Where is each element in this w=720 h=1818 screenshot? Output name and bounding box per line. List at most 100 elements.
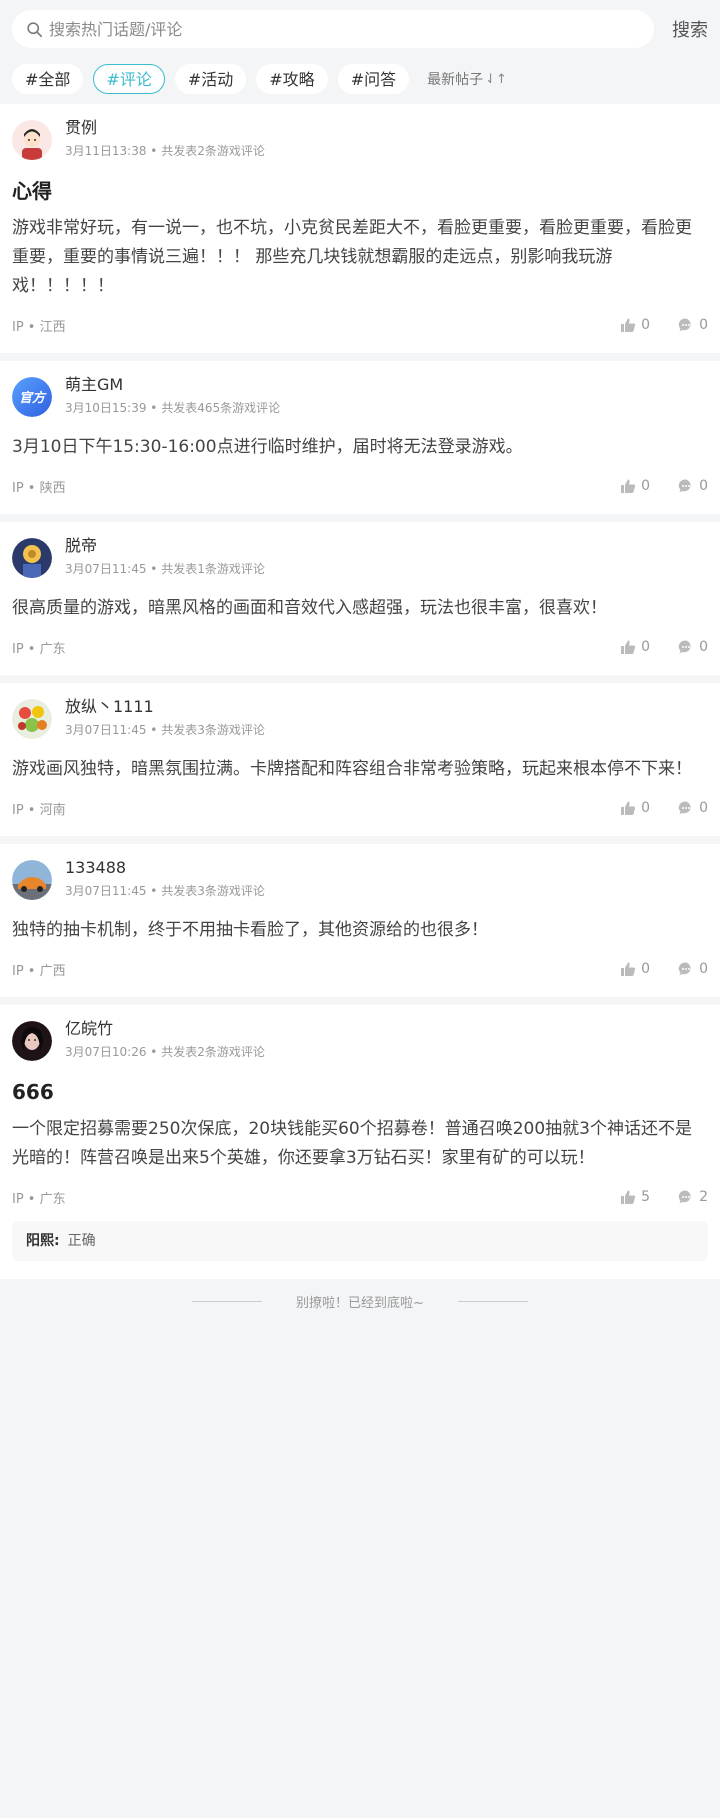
like-button[interactable]: 5 <box>620 1189 650 1205</box>
post-card[interactable]: 133488 3月07日11:45 • 共发表3条游戏评论 独特的抽卡机制，终于… <box>0 844 720 997</box>
reply-text: 正确 <box>67 1233 96 1249</box>
post-footer: IP • 广东 0 0 <box>12 623 708 671</box>
avatar[interactable] <box>12 538 52 578</box>
comment-count: 0 <box>699 639 708 655</box>
tag-review[interactable]: #评论 <box>93 64 165 94</box>
post-header: 脱帝 3月07日11:45 • 共发表1条游戏评论 <box>12 534 708 586</box>
comment-button[interactable]: 2 <box>678 1189 708 1205</box>
tag-activity[interactable]: #活动 <box>174 64 247 94</box>
like-count: 0 <box>641 317 651 333</box>
post-header: 放纵丶1111 3月07日11:45 • 共发表3条游戏评论 <box>12 695 708 747</box>
comment-icon <box>678 640 691 654</box>
post-body: 游戏非常好玩，有一说一，也不坑，小克贫民差距大不，看脸更重要，看脸更重要，看脸更… <box>12 218 692 296</box>
username[interactable]: 萌主GM <box>65 373 280 397</box>
username[interactable]: 贯例 <box>65 116 265 140</box>
username[interactable]: 亿皖竹 <box>65 1017 265 1041</box>
post-meta: 3月07日10:26 • 共发表2条游戏评论 <box>65 1045 265 1059</box>
comment-button[interactable]: 0 <box>678 478 708 494</box>
username[interactable]: 放纵丶1111 <box>65 695 265 719</box>
post-body: 独特的抽卡机制，终于不用抽卡看脸了，其他资源给的也很多！ <box>12 920 488 940</box>
username[interactable]: 133488 <box>65 856 265 880</box>
ip-location: IP • 江西 <box>12 319 66 335</box>
post-footer: IP • 广西 0 0 <box>12 945 708 993</box>
tag-filter-bar: #全部 #评论 #活动 #攻略 #问答 最新帖子 ⇃↑ <box>12 48 708 104</box>
comment-icon <box>678 1190 691 1204</box>
avatar[interactable] <box>12 699 52 739</box>
post-meta: 3月07日11:45 • 共发表1条游戏评论 <box>65 562 265 576</box>
like-count: 5 <box>641 1189 651 1205</box>
tag-guide[interactable]: #攻略 <box>256 64 328 94</box>
ip-location: IP • 陕西 <box>12 480 66 496</box>
username[interactable]: 脱帝 <box>65 534 265 558</box>
ip-location: IP • 广西 <box>12 963 66 979</box>
post-card[interactable]: 脱帝 3月07日11:45 • 共发表1条游戏评论 很高质量的游戏，暗黑风格的画… <box>0 522 720 675</box>
like-button[interactable]: 0 <box>620 639 650 655</box>
post-header: 亿皖竹 3月07日10:26 • 共发表2条游戏评论 <box>12 1017 708 1069</box>
post-meta: 3月10日15:39 • 共发表465条游戏评论 <box>65 401 281 415</box>
post-body: 很高质量的游戏，暗黑风格的画面和音效代入感超强，玩法也很丰富，很喜欢！ <box>12 598 607 618</box>
post-body: 一个限定招募需要250次保底，20块钱能买60个招募卷！普通召唤200抽就3个神… <box>12 1119 692 1168</box>
avatar[interactable] <box>12 860 52 900</box>
thumbs-up-icon <box>621 1190 636 1204</box>
avatar[interactable]: 官方 <box>12 377 52 417</box>
official-badge-text: 官方 <box>19 390 47 406</box>
tag-qa[interactable]: #问答 <box>337 64 410 94</box>
thumbs-up-icon <box>621 801 636 815</box>
comment-count: 0 <box>699 961 708 977</box>
ip-location: IP • 广东 <box>12 1191 66 1207</box>
comment-button[interactable]: 0 <box>678 961 708 977</box>
avatar[interactable] <box>12 120 52 160</box>
post-footer: IP • 江西 0 0 <box>12 301 708 349</box>
search-row: 搜索 <box>12 10 708 48</box>
post-footer: IP • 广东 5 2 <box>12 1173 708 1221</box>
post-meta: 3月07日11:45 • 共发表3条游戏评论 <box>65 884 265 898</box>
ip-location: IP • 广东 <box>12 641 66 657</box>
like-button[interactable]: 0 <box>620 961 650 977</box>
comment-button[interactable]: 0 <box>678 317 708 333</box>
ip-location: IP • 河南 <box>12 802 66 818</box>
post-header: 133488 3月07日11:45 • 共发表3条游戏评论 <box>12 856 708 908</box>
comment-icon <box>678 962 691 976</box>
post-card[interactable]: 亿皖竹 3月07日10:26 • 共发表2条游戏评论 666 一个限定招募需要2… <box>0 1005 720 1279</box>
like-count: 0 <box>641 478 651 494</box>
sort-icon: ⇃↑ <box>485 71 507 87</box>
divider-left <box>192 1300 263 1302</box>
comment-count: 0 <box>699 478 708 494</box>
comment-button[interactable]: 0 <box>678 639 708 655</box>
reply-preview[interactable]: 阳熙: 正确 <box>12 1221 708 1261</box>
header: 搜索 #全部 #评论 #活动 #攻略 #问答 最新帖子 ⇃↑ <box>0 0 720 104</box>
comment-icon <box>678 479 691 493</box>
post-footer: IP • 河南 0 0 <box>12 784 708 832</box>
search-icon <box>27 21 43 37</box>
comment-button[interactable]: 0 <box>678 800 708 816</box>
comment-icon <box>678 318 691 332</box>
post-header: 贯例 3月11日13:38 • 共发表2条游戏评论 <box>12 116 708 168</box>
post-card[interactable]: 官方 萌主GM 3月10日15:39 • 共发表465条游戏评论 3月10日下午… <box>0 361 720 514</box>
comment-count: 0 <box>699 317 708 333</box>
search-box[interactable] <box>12 10 654 48</box>
divider-right <box>457 1300 528 1302</box>
comment-count: 2 <box>699 1189 708 1205</box>
post-body: 游戏画风独特，暗黑氛围拉满。卡牌搭配和阵容组合非常考验策略，玩起来根本停不下来！ <box>12 759 692 779</box>
thumbs-up-icon <box>621 640 636 654</box>
like-count: 0 <box>641 800 651 816</box>
post-card[interactable]: 贯例 3月11日13:38 • 共发表2条游戏评论 心得 游戏非常好玩，有一说一… <box>0 104 720 353</box>
sort-label: 最新帖子 <box>427 72 484 88</box>
thumbs-up-icon <box>621 318 636 332</box>
search-input[interactable] <box>49 19 640 39</box>
post-footer: IP • 陕西 0 0 <box>12 462 708 510</box>
sort-dropdown[interactable]: 最新帖子 ⇃↑ <box>427 69 507 89</box>
post-body: 3月10日下午15:30-16:00点进行临时维护，届时将无法登录游戏。 <box>12 437 523 457</box>
tag-all[interactable]: #全部 <box>12 64 84 94</box>
comment-icon <box>678 801 691 815</box>
like-button[interactable]: 0 <box>620 317 650 333</box>
like-button[interactable]: 0 <box>620 800 650 816</box>
thumbs-up-icon <box>621 962 636 976</box>
thumbs-up-icon <box>621 479 636 493</box>
search-button[interactable]: 搜索 <box>654 16 708 42</box>
avatar[interactable] <box>12 1021 52 1061</box>
post-card[interactable]: 放纵丶1111 3月07日11:45 • 共发表3条游戏评论 游戏画风独特，暗黑… <box>0 683 720 836</box>
like-button[interactable]: 0 <box>620 478 650 494</box>
post-title: 心得 <box>12 179 52 203</box>
post-header: 官方 萌主GM 3月10日15:39 • 共发表465条游戏评论 <box>12 373 708 425</box>
